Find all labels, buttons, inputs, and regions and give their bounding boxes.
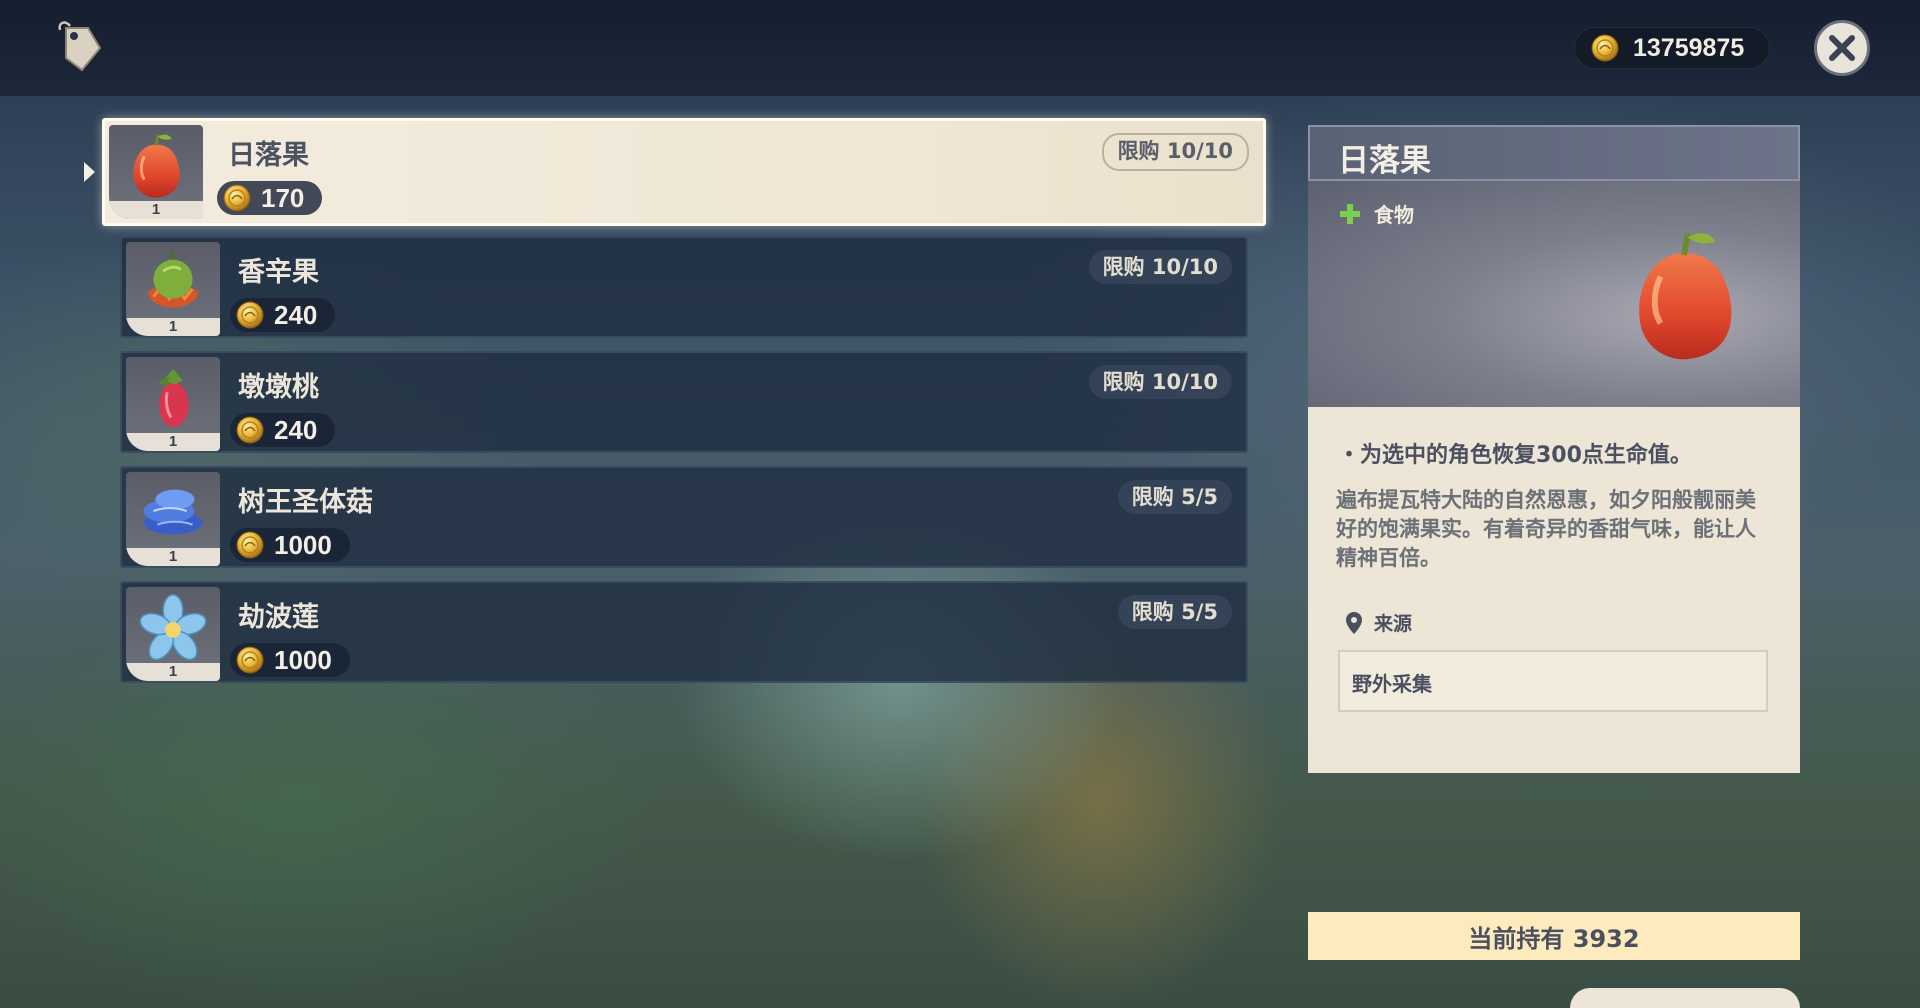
mora-coin-icon: [236, 416, 264, 444]
zaytun-peach-icon: [157, 368, 189, 427]
rukkhashava-mushroom-icon: [143, 489, 203, 535]
mora-coin-icon: [1591, 34, 1619, 62]
purchase-limit-badge: 限购 10/10: [1101, 133, 1249, 171]
mora-coin-icon: [236, 531, 264, 559]
selection-arrow-icon: [84, 162, 95, 182]
tag-icon: [58, 21, 102, 72]
detail-header: 日落果: [1308, 125, 1800, 181]
item-price: 240: [230, 413, 336, 447]
shop-item-zaytun-peach[interactable]: 1 墩墩桃 240 限购 10/10: [120, 351, 1248, 453]
location-pin-icon: [1346, 611, 1362, 634]
shop-screen: 13759875 1 日落果 170 限购 10/10 1 香辛果 240 限购…: [0, 0, 1920, 1008]
item-detail-panel: 日落果 食物 ・为选中的角色恢复300点生命值。 遍布提瓦特大陆的自然恩惠，如夕…: [1308, 125, 1800, 773]
source-entry: 野外采集: [1338, 650, 1768, 712]
item-price-value: 170: [261, 182, 305, 213]
sunsettia-icon: [116, 127, 196, 205]
purchase-limit-badge: 限购 10/10: [1088, 365, 1232, 399]
item-thumbnail: 1: [126, 357, 220, 451]
close-button[interactable]: [1814, 20, 1870, 76]
item-type: 食物: [1338, 199, 1414, 228]
item-name: 香辛果: [238, 257, 319, 288]
item-count: 1: [126, 318, 220, 336]
item-count: 1: [126, 433, 220, 451]
harra-fruit-icon: [147, 251, 199, 308]
purchase-limit-badge: 限购 5/5: [1117, 480, 1232, 514]
item-type-label: 食物: [1374, 203, 1414, 227]
item-thumbnail: 1: [126, 472, 220, 566]
detail-body: ・为选中的角色恢复300点生命值。 遍布提瓦特大陆的自然恩惠，如夕阳般靓丽美好的…: [1308, 407, 1800, 773]
item-price-value: 240: [274, 299, 318, 330]
item-price: 1000: [230, 643, 350, 677]
source-label: 来源: [1374, 613, 1413, 635]
mora-balance: 13759875: [1574, 27, 1770, 69]
item-effect: ・为选中的角色恢复300点生命值。: [1338, 443, 1692, 468]
owned-count-bar: 当前持有 3932: [1308, 912, 1800, 960]
item-price: 240: [230, 298, 336, 332]
detail-title: 日落果: [1338, 143, 1431, 179]
item-price: 1000: [230, 528, 350, 562]
owned-count: 当前持有 3932: [1468, 924, 1640, 953]
item-price-value: 1000: [274, 529, 332, 560]
sunsettia-large-icon: [1606, 211, 1762, 381]
purchase-button[interactable]: [1570, 988, 1800, 1008]
mora-coin-icon: [236, 646, 264, 674]
item-name: 劫波莲: [238, 602, 319, 633]
source-heading: 来源: [1346, 609, 1412, 636]
top-bar: 13759875: [0, 0, 1920, 96]
mora-coin-icon: [223, 184, 251, 212]
mora-amount: 13759875: [1633, 33, 1745, 62]
purchase-limit-badge: 限购 10/10: [1088, 250, 1232, 284]
item-count: 1: [126, 663, 220, 681]
item-count: 1: [109, 201, 203, 219]
item-price-value: 240: [274, 414, 318, 445]
item-name: 树王圣体菇: [238, 487, 373, 518]
shop-item-sunsettia[interactable]: 1 日落果 170 限购 10/10: [102, 118, 1266, 226]
item-thumbnail: 1: [109, 125, 203, 219]
close-icon: [1829, 35, 1855, 61]
item-name: 日落果: [228, 140, 309, 171]
source-value: 野外采集: [1352, 672, 1432, 696]
item-thumbnail: 1: [126, 242, 220, 336]
item-price: 170: [217, 181, 323, 215]
item-count: 1: [126, 548, 220, 566]
purchase-limit-badge: 限购 5/5: [1117, 595, 1232, 629]
padisarah-icon: [139, 594, 207, 661]
food-plus-icon: [1340, 203, 1360, 224]
item-thumbnail: 1: [126, 587, 220, 681]
shop-item-harra-fruit[interactable]: 1 香辛果 240 限购 10/10: [120, 236, 1248, 338]
mora-coin-icon: [236, 301, 264, 329]
item-name: 墩墩桃: [238, 372, 319, 403]
item-price-value: 1000: [274, 644, 332, 675]
shop-item-rukkhashava-mushroom[interactable]: 1 树王圣体菇 1000 限购 5/5: [120, 466, 1248, 568]
detail-artwork: 食物: [1308, 181, 1800, 410]
item-description: 遍布提瓦特大陆的自然恩惠，如夕阳般靓丽美好的饱满果实。有着奇异的香甜气味，能让人…: [1336, 488, 1756, 570]
shop-item-padisarah[interactable]: 1 劫波莲 1000 限购 5/5: [120, 581, 1248, 683]
